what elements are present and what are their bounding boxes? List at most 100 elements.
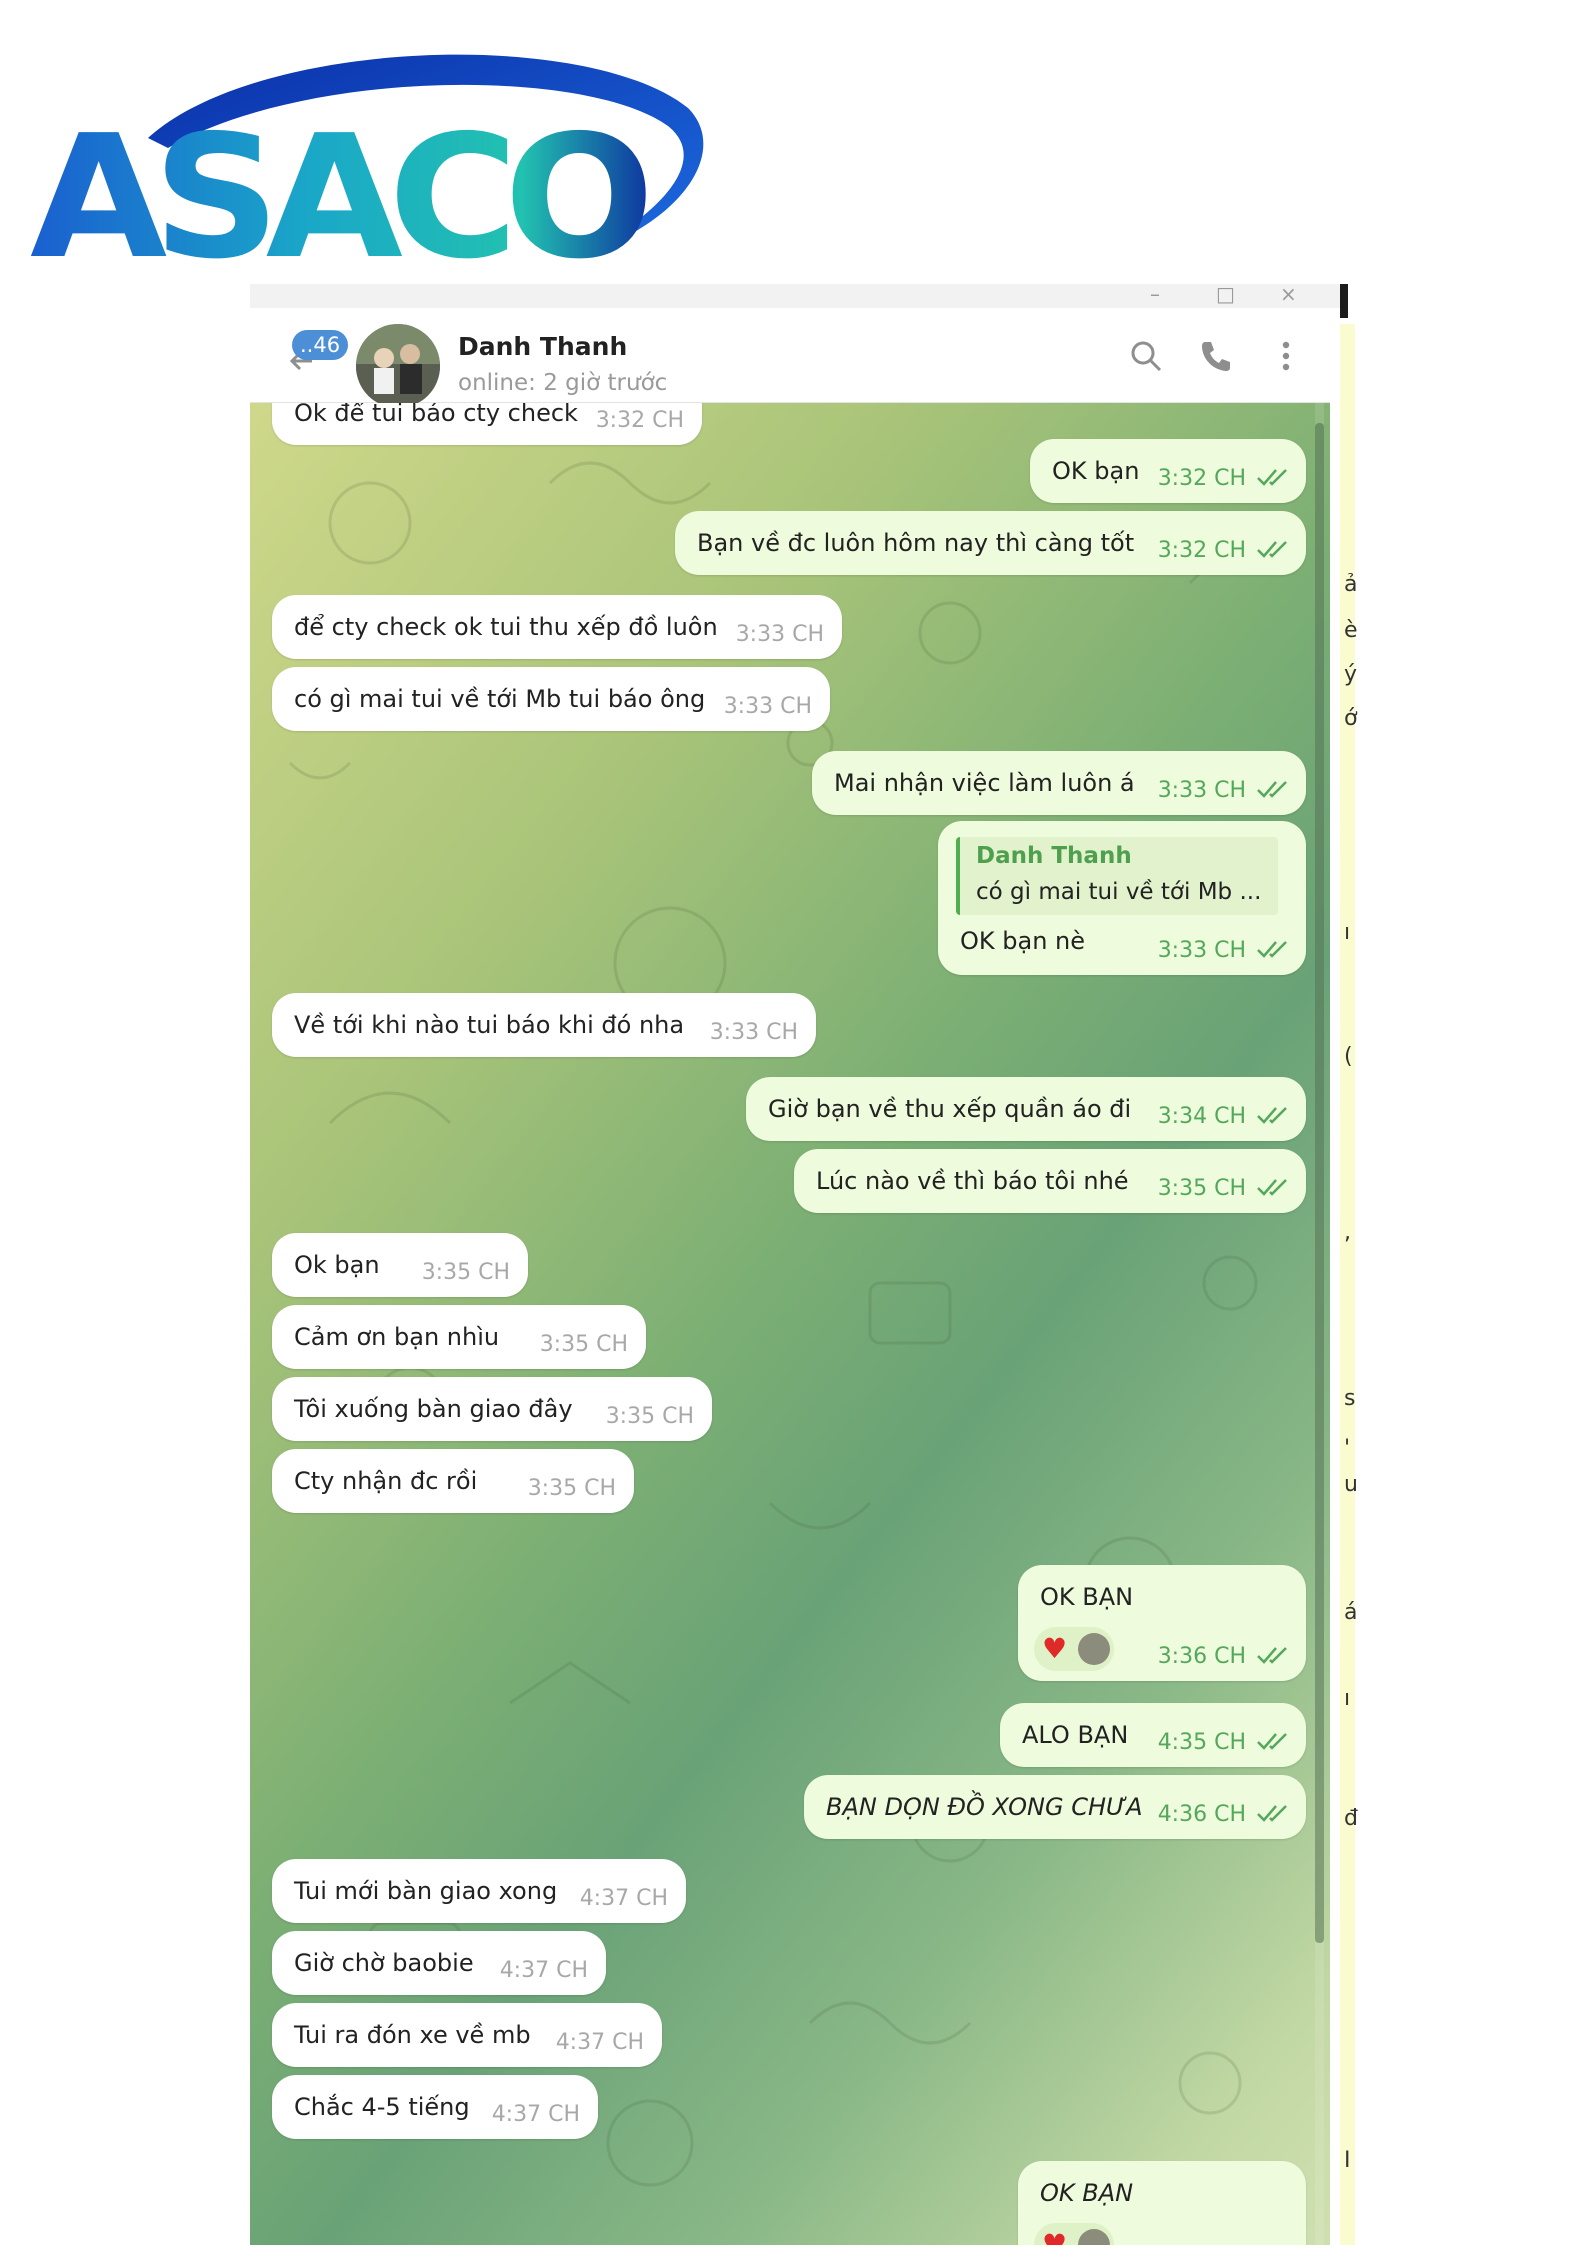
message-incoming[interactable]: Chắc 4-5 tiếng 4:37 CH bbox=[272, 2075, 598, 2139]
unread-badge[interactable]: ..46 bbox=[292, 330, 349, 360]
message-outgoing[interactable]: BẠN DỌN ĐỒ XONG CHƯA 4:36 CH bbox=[804, 1775, 1306, 1839]
message-incoming[interactable]: Tui mới bàn giao xong 4:37 CH bbox=[272, 1859, 686, 1923]
message-time: 3:35 CH bbox=[421, 1260, 510, 1285]
message-time: 3:35 CH bbox=[527, 1476, 616, 1501]
message-incoming[interactable]: Tui ra đón xe về mb 4:37 CH bbox=[272, 2003, 662, 2067]
message-time: 3:32 CH bbox=[1157, 466, 1246, 491]
reaction-avatar bbox=[1078, 2229, 1110, 2245]
reply-quote[interactable]: Danh Thanh có gì mai tui về tới Mb ... bbox=[956, 837, 1278, 915]
more-vertical-icon[interactable] bbox=[1266, 336, 1306, 376]
message-incoming[interactable]: Cảm ơn bạn nhìu 3:35 CH bbox=[272, 1305, 646, 1369]
message-text: để cty check ok tui thu xếp đồ luôn bbox=[294, 613, 718, 641]
message-time: 4:37 CH bbox=[491, 2102, 580, 2127]
message-incoming[interactable]: để cty check ok tui thu xếp đồ luôn 3:33… bbox=[272, 595, 842, 659]
edge-fragment: ı bbox=[1344, 1686, 1351, 1711]
edge-fragment: è bbox=[1344, 618, 1358, 643]
double-check-icon bbox=[1257, 541, 1287, 558]
edge-fragment: u bbox=[1344, 1472, 1358, 1497]
window-edge-shadow bbox=[1340, 284, 1348, 318]
message-text: Giờ chờ baobie bbox=[294, 1949, 474, 1977]
message-time: 4:37 CH bbox=[579, 1886, 668, 1911]
message-text: Mai nhận việc làm luôn á bbox=[834, 769, 1135, 797]
message-time: 3:33 CH bbox=[1157, 778, 1246, 803]
message-outgoing[interactable]: Mai nhận việc làm luôn á 3:33 CH bbox=[812, 751, 1306, 815]
message-incoming[interactable]: Tôi xuống bàn giao đây 3:35 CH bbox=[272, 1377, 712, 1441]
message-outgoing[interactable]: Giờ bạn về thu xếp quần áo đi 3:34 CH bbox=[746, 1077, 1306, 1141]
message-time: 3:35 CH bbox=[539, 1332, 628, 1357]
message-time: 3:33 CH bbox=[1157, 938, 1246, 963]
edge-fragment: s bbox=[1344, 1386, 1356, 1411]
message-outgoing[interactable]: OK bạn 3:32 CH bbox=[1030, 439, 1306, 503]
heart-icon: ♥ bbox=[1042, 1632, 1068, 1665]
message-time: 3:33 CH bbox=[723, 694, 812, 719]
message-time: 4:37 CH bbox=[499, 1958, 588, 1983]
message-time: 3:33 CH bbox=[735, 622, 824, 647]
double-check-icon bbox=[1257, 1179, 1287, 1196]
message-outgoing[interactable]: OK BẠN ♥ 3:36 CH bbox=[1018, 1565, 1306, 1681]
message-outgoing[interactable]: ALO BẠN 4:35 CH bbox=[1000, 1703, 1306, 1767]
message-text: Ok bạn bbox=[294, 1251, 380, 1279]
edge-fragment: ı bbox=[1344, 920, 1351, 945]
reaction-avatar bbox=[1078, 1633, 1110, 1665]
phone-icon[interactable] bbox=[1196, 336, 1236, 376]
message-text: Chắc 4-5 tiếng bbox=[294, 2093, 470, 2121]
edge-fragment: I bbox=[1344, 2148, 1351, 2173]
maximize-icon[interactable]: □ bbox=[1216, 284, 1235, 306]
message-incoming[interactable]: có gì mai tui về tới Mb tui báo ông 3:33… bbox=[272, 667, 830, 731]
double-check-icon bbox=[1257, 1733, 1287, 1750]
message-text: ALO BẠN bbox=[1022, 1721, 1129, 1749]
edge-fragment: ớ bbox=[1344, 706, 1358, 731]
chat-header: ..46 Danh Thanh online: 2 giờ trước bbox=[250, 308, 1330, 408]
edge-fragment: , bbox=[1344, 1220, 1351, 1245]
message-incoming[interactable]: Giờ chờ baobie 4:37 CH bbox=[272, 1931, 606, 1995]
reply-quote-name: Danh Thanh bbox=[976, 843, 1132, 869]
message-incoming[interactable]: Cty nhận đc rồi 3:35 CH bbox=[272, 1449, 634, 1513]
message-text: OK BẠN bbox=[1040, 1583, 1134, 1611]
message-text: Cty nhận đc rồi bbox=[294, 1467, 478, 1495]
message-text: Bạn về đc luôn hôm nay thì càng tốt bbox=[697, 529, 1135, 557]
message-time: 3:32 CH bbox=[595, 408, 684, 433]
message-outgoing[interactable]: OK BẠN ♥ bbox=[1018, 2161, 1306, 2245]
message-text: BẠN DỌN ĐỒ XONG CHƯA bbox=[826, 1793, 1143, 1821]
message-text: OK bạn bbox=[1052, 457, 1140, 485]
double-check-icon bbox=[1257, 1805, 1287, 1822]
message-time: 3:32 CH bbox=[1157, 538, 1246, 563]
avatar[interactable] bbox=[356, 324, 440, 408]
reaction-pill[interactable]: ♥ bbox=[1034, 1627, 1114, 1671]
contact-status: online: 2 giờ trước bbox=[458, 370, 668, 396]
chat-area[interactable]: Ok để tui báo cty check 3:32 CH OK bạn 3… bbox=[250, 403, 1330, 2245]
message-incoming[interactable]: Về tới khi nào tui báo khi đó nha 3:33 C… bbox=[272, 993, 816, 1057]
message-text: Về tới khi nào tui báo khi đó nha bbox=[294, 1011, 685, 1039]
title-bar: – □ × bbox=[250, 284, 1340, 308]
double-check-icon bbox=[1257, 469, 1287, 486]
search-icon[interactable] bbox=[1126, 336, 1166, 376]
asaco-logo: ASACO bbox=[30, 54, 704, 278]
edge-fragment: ' bbox=[1344, 1436, 1351, 1461]
message-text: OK bạn nè bbox=[960, 927, 1086, 955]
message-time: 3:35 CH bbox=[605, 1404, 694, 1429]
message-outgoing[interactable]: Bạn về đc luôn hôm nay thì càng tốt 3:32… bbox=[675, 511, 1306, 575]
scrollbar-thumb[interactable] bbox=[1315, 423, 1324, 1943]
svg-text:ASACO: ASACO bbox=[30, 99, 646, 278]
message-time: 4:37 CH bbox=[555, 2030, 644, 2055]
message-outgoing-reply[interactable]: Danh Thanh có gì mai tui về tới Mb ... O… bbox=[938, 821, 1306, 975]
edge-fragment: ý bbox=[1344, 662, 1358, 687]
message-text: OK BẠN bbox=[1040, 2179, 1134, 2207]
message-incoming[interactable]: Ok để tui báo cty check 3:32 CH bbox=[272, 403, 702, 445]
close-icon[interactable]: × bbox=[1280, 284, 1297, 306]
minimize-icon[interactable]: – bbox=[1150, 284, 1160, 306]
message-time: 3:35 CH bbox=[1157, 1176, 1246, 1201]
edge-fragment: đ bbox=[1344, 1806, 1358, 1831]
message-outgoing[interactable]: Lúc nào về thì báo tôi nhé 3:35 CH bbox=[794, 1149, 1306, 1213]
message-text: Tui mới bàn giao xong bbox=[294, 1877, 558, 1905]
message-text: có gì mai tui về tới Mb tui báo ông bbox=[294, 685, 706, 713]
message-incoming[interactable]: Ok bạn 3:35 CH bbox=[272, 1233, 528, 1297]
double-check-icon bbox=[1257, 941, 1287, 958]
message-time: 3:34 CH bbox=[1157, 1104, 1246, 1129]
edge-fragment: á bbox=[1344, 1600, 1358, 1625]
contact-name[interactable]: Danh Thanh bbox=[458, 332, 627, 361]
message-text: Lúc nào về thì báo tôi nhé bbox=[816, 1167, 1129, 1195]
message-time: 4:36 CH bbox=[1157, 1802, 1246, 1827]
double-check-icon bbox=[1257, 1107, 1287, 1124]
reaction-pill[interactable]: ♥ bbox=[1034, 2223, 1114, 2245]
